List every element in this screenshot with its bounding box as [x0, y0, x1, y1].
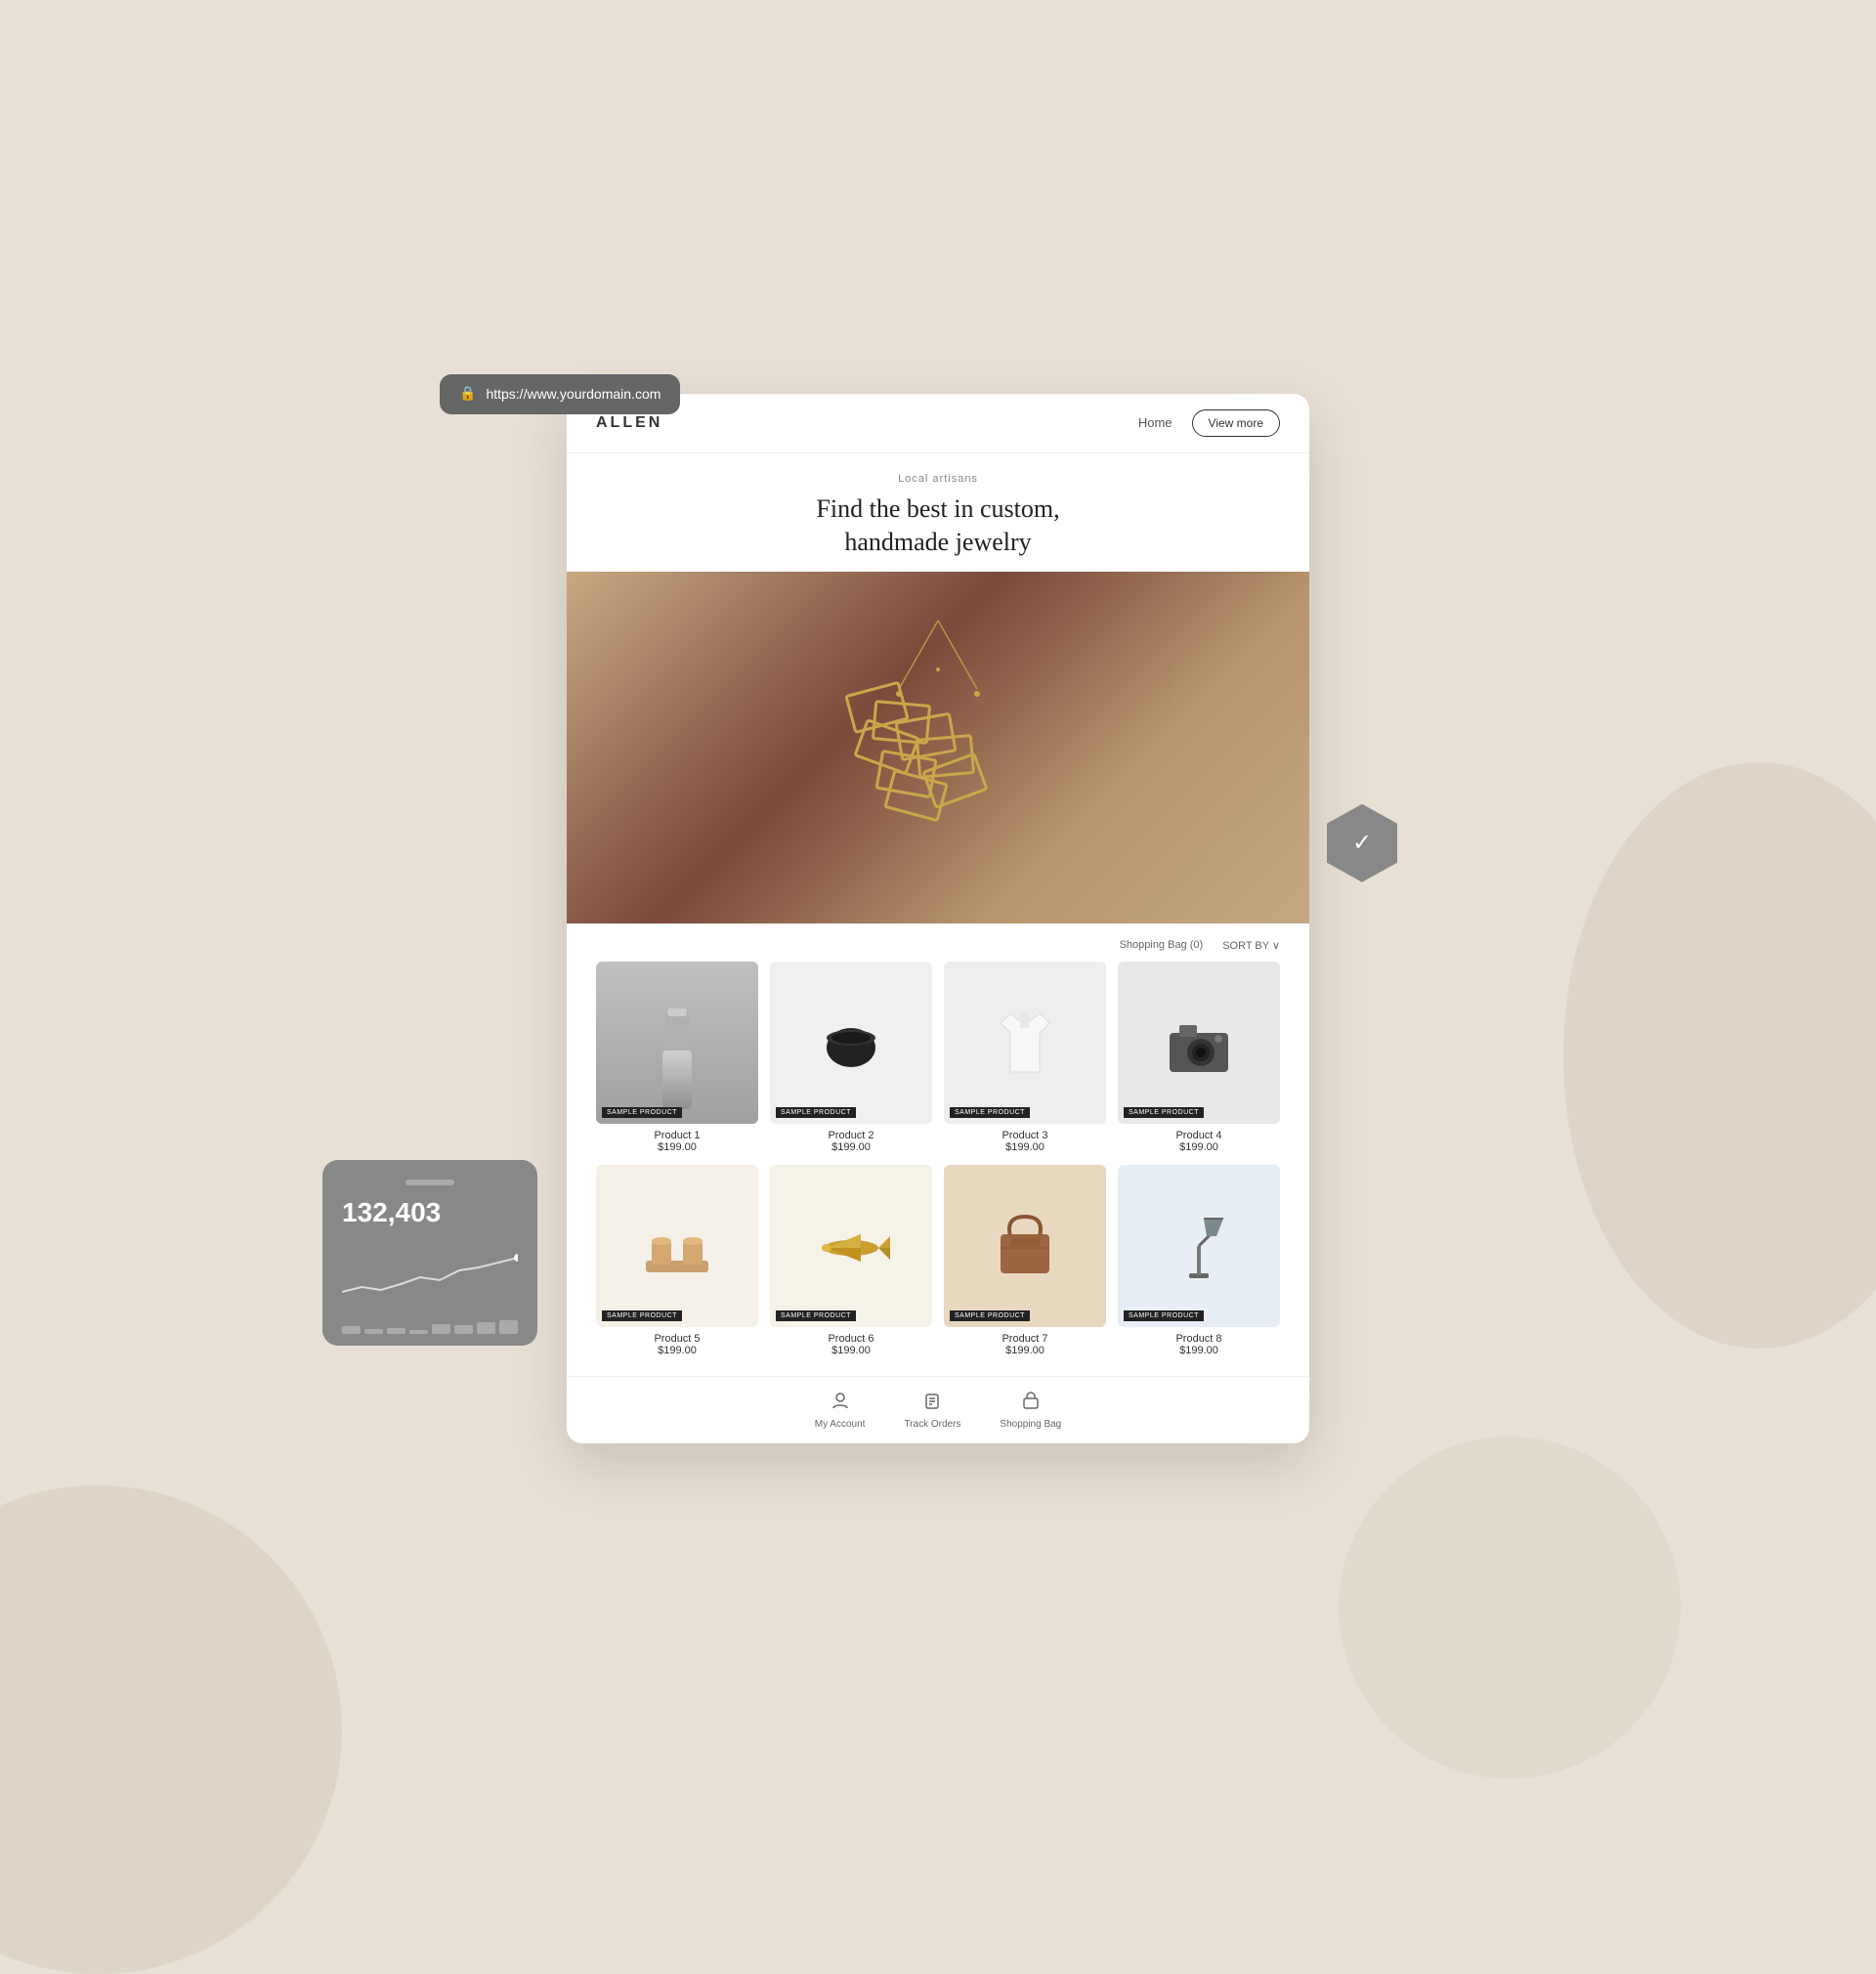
product-img-shirt — [944, 962, 1106, 1124]
product-name-3: Product 3 — [944, 1130, 1106, 1141]
url-text: https://www.yourdomain.com — [486, 386, 661, 402]
product-badge-3: SAMPLE PRODUCT — [950, 1107, 1030, 1118]
product-badge-8: SAMPLE PRODUCT — [1124, 1310, 1204, 1321]
product-image-2: SAMPLE PRODUCT — [770, 962, 932, 1124]
security-badge: ✓ — [1327, 804, 1397, 882]
widget-handle — [405, 1180, 454, 1185]
products-grid: SAMPLE PRODUCT Product 1 $199.00 — [596, 962, 1280, 1356]
track-label: Track Orders — [904, 1419, 960, 1430]
product-image-6: SAMPLE PRODUCT — [770, 1165, 932, 1327]
bar-2 — [364, 1329, 383, 1334]
hero-heading: Find the best in custom, handmade jewelr… — [596, 493, 1280, 559]
url-bar: 🔒 https://www.yourdomain.com — [440, 374, 680, 414]
product-card-1[interactable]: SAMPLE PRODUCT Product 1 $199.00 — [596, 962, 758, 1153]
stat-number: 132,403 — [342, 1197, 518, 1228]
product-price-3: $199.00 — [944, 1141, 1106, 1153]
product-img-bag — [944, 1165, 1106, 1327]
bg-shape-left — [0, 1485, 342, 1974]
check-icon: ✓ — [1352, 829, 1372, 857]
product-image-3: SAMPLE PRODUCT — [944, 962, 1106, 1124]
product-price-1: $199.00 — [596, 1141, 758, 1153]
bar-8 — [499, 1320, 518, 1334]
browser-frame: ALLEN Home View more Local artisans Find… — [567, 394, 1309, 1444]
stats-widget: 132,403 — [322, 1160, 537, 1346]
product-price-6: $199.00 — [770, 1345, 932, 1356]
product-img-cups — [596, 1165, 758, 1327]
product-card-6[interactable]: SAMPLE PRODUCT Product 6 $199.00 — [770, 1165, 932, 1356]
product-card-7[interactable]: SAMPLE PRODUCT Product 7 $199.00 — [944, 1165, 1106, 1356]
product-card-4[interactable]: SAMPLE PRODUCT Product 4 $199.00 — [1118, 962, 1280, 1153]
product-image-1: SAMPLE PRODUCT — [596, 962, 758, 1124]
hero-image — [567, 572, 1309, 923]
product-image-7: SAMPLE PRODUCT — [944, 1165, 1106, 1327]
bag-label-nav: Shopping Bag — [1000, 1419, 1061, 1430]
bg-shape-bottom-right — [1339, 1437, 1681, 1779]
nav-my-account[interactable]: My Account — [815, 1391, 866, 1430]
product-image-8: SAMPLE PRODUCT — [1118, 1165, 1280, 1327]
products-header: Shopping Bag (0) SORT BY ∨ — [596, 939, 1280, 952]
bottom-nav: My Account Track Orders — [567, 1376, 1309, 1443]
bar-7 — [477, 1322, 495, 1334]
nav-track-orders[interactable]: Track Orders — [904, 1391, 960, 1430]
product-badge-7: SAMPLE PRODUCT — [950, 1310, 1030, 1321]
account-icon — [831, 1391, 850, 1415]
product-price-2: $199.00 — [770, 1141, 932, 1153]
product-name-8: Product 8 — [1118, 1333, 1280, 1345]
product-image-5: SAMPLE PRODUCT — [596, 1165, 758, 1327]
product-img-lamp — [1118, 1165, 1280, 1327]
bar-6 — [454, 1325, 473, 1334]
lock-icon: 🔒 — [459, 386, 476, 403]
hero-subtitle: Local artisans — [596, 473, 1280, 485]
product-price-4: $199.00 — [1118, 1141, 1280, 1153]
bar-5 — [432, 1324, 450, 1334]
product-name-7: Product 7 — [944, 1333, 1106, 1345]
products-section: Shopping Bag (0) SORT BY ∨ S — [567, 923, 1309, 1376]
product-img-tumbler — [596, 962, 758, 1124]
product-img-plane — [770, 1165, 932, 1327]
product-badge-6: SAMPLE PRODUCT — [776, 1310, 856, 1321]
product-img-camera — [1118, 962, 1280, 1124]
product-price-5: $199.00 — [596, 1345, 758, 1356]
product-name-5: Product 5 — [596, 1333, 758, 1345]
product-name-2: Product 2 — [770, 1130, 932, 1141]
hero-section: Local artisans Find the best in custom, … — [567, 453, 1309, 573]
product-name-4: Product 4 — [1118, 1130, 1280, 1141]
view-more-button[interactable]: View more — [1192, 409, 1280, 437]
bar-3 — [387, 1328, 405, 1334]
account-label: My Account — [815, 1419, 866, 1430]
product-card-3[interactable]: SAMPLE PRODUCT Product 3 $199.00 — [944, 962, 1106, 1153]
product-card-8[interactable]: SAMPLE PRODUCT Product 8 $199.00 — [1118, 1165, 1280, 1356]
nav-home-link[interactable]: Home — [1138, 415, 1172, 430]
product-badge-5: SAMPLE PRODUCT — [602, 1310, 682, 1321]
chart-bars — [342, 1314, 518, 1334]
bg-shape-right — [1563, 762, 1876, 1349]
sort-button[interactable]: SORT BY ∨ — [1222, 939, 1280, 952]
product-price-7: $199.00 — [944, 1345, 1106, 1356]
bar-1 — [342, 1326, 361, 1334]
bar-4 — [409, 1330, 428, 1334]
nav-links: Home View more — [1138, 409, 1280, 437]
bag-label: Shopping Bag (0) — [1120, 939, 1204, 952]
chart-area — [342, 1238, 518, 1307]
product-badge-4: SAMPLE PRODUCT — [1124, 1107, 1204, 1118]
product-name-6: Product 6 — [770, 1333, 932, 1345]
product-card-2[interactable]: SAMPLE PRODUCT Product 2 $199.00 — [770, 962, 932, 1153]
product-name-1: Product 1 — [596, 1130, 758, 1141]
nav-shopping-bag[interactable]: Shopping Bag — [1000, 1391, 1061, 1430]
product-img-coffee — [770, 962, 932, 1124]
track-icon — [922, 1391, 942, 1415]
product-image-4: SAMPLE PRODUCT — [1118, 962, 1280, 1124]
product-price-8: $199.00 — [1118, 1345, 1280, 1356]
product-badge-1: SAMPLE PRODUCT — [602, 1107, 682, 1118]
product-badge-2: SAMPLE PRODUCT — [776, 1107, 856, 1118]
brand-logo: ALLEN — [596, 414, 662, 432]
bag-icon — [1021, 1391, 1041, 1415]
product-card-5[interactable]: SAMPLE PRODUCT Product 5 $199.00 — [596, 1165, 758, 1356]
jewelry-visual — [791, 611, 1085, 884]
